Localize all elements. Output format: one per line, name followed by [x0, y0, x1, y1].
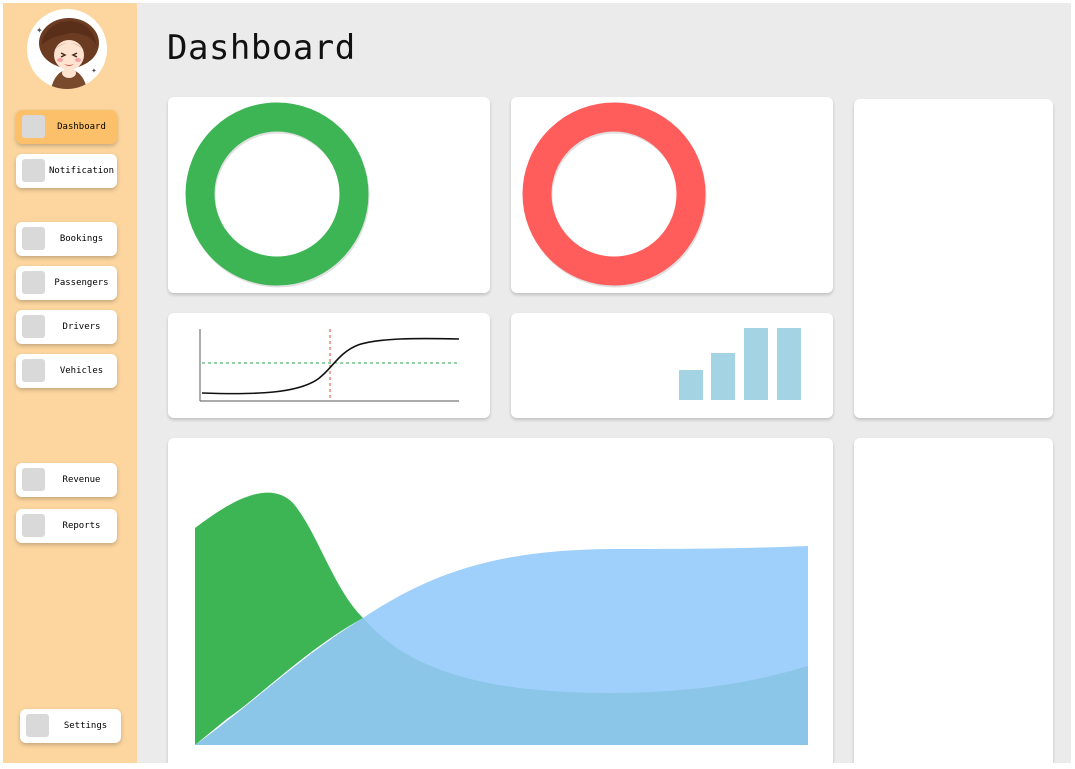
- dashboard-icon: [22, 115, 45, 138]
- passengers-icon: [22, 271, 45, 294]
- side-card-bottom: [854, 438, 1053, 763]
- vehicles-icon: [22, 359, 45, 382]
- sidebar-item-vehicles[interactable]: Vehicles: [16, 354, 117, 388]
- page-title: Dashboard: [167, 28, 356, 68]
- ring-card-green: [168, 97, 490, 293]
- sidebar-item-label: Passengers: [54, 278, 109, 288]
- sidebar-item-label: Dashboard: [57, 122, 106, 132]
- revenue-icon: [22, 468, 45, 491]
- sidebar-item-label: Bookings: [59, 234, 104, 244]
- reports-icon: [22, 514, 45, 537]
- avatar-illustration: ✦ ✦: [27, 9, 107, 89]
- sidebar-item-label: Reports: [62, 521, 101, 531]
- settings-icon: [26, 714, 49, 737]
- area-chart-card: [168, 438, 833, 763]
- sidebar-item-label: Settings: [63, 721, 108, 731]
- sidebar-item-label: Vehicles: [59, 366, 104, 376]
- avatar[interactable]: ✦ ✦: [27, 9, 107, 89]
- bar-chart-card: [511, 313, 833, 418]
- area-chart: [195, 492, 808, 745]
- bar-3: [744, 328, 768, 400]
- bar-2: [711, 353, 735, 400]
- ring-green: [185, 102, 369, 286]
- app-frame: ✦ ✦ Dashboard Notification Bookings Pass…: [3, 3, 1071, 763]
- sidebar-item-label: Revenue: [62, 475, 101, 485]
- sidebar: ✦ ✦ Dashboard Notification Bookings Pass…: [3, 3, 137, 763]
- bar-1: [679, 370, 703, 400]
- sidebar-item-reports[interactable]: Reports: [16, 509, 117, 543]
- bookings-icon: [22, 227, 45, 250]
- sidebar-item-revenue[interactable]: Revenue: [16, 463, 117, 497]
- ring-chart-green: [185, 102, 370, 288]
- sidebar-item-label: Drivers: [62, 322, 101, 332]
- sidebar-item-notification[interactable]: Notification: [16, 154, 117, 188]
- sidebar-item-passengers[interactable]: Passengers: [16, 266, 117, 300]
- sidebar-item-dashboard[interactable]: Dashboard: [16, 110, 117, 144]
- svg-text:✦: ✦: [36, 26, 43, 35]
- sigmoid-chart: [199, 329, 460, 402]
- ring-red: [522, 102, 706, 286]
- line-chart-card: [168, 313, 490, 418]
- ring-chart-red: [522, 102, 707, 288]
- side-card-top: [854, 99, 1053, 418]
- svg-text:✦: ✦: [91, 67, 97, 75]
- sidebar-item-bookings[interactable]: Bookings: [16, 222, 117, 256]
- sidebar-item-label: Notification: [48, 166, 115, 176]
- notification-icon: [22, 159, 45, 182]
- sidebar-item-settings[interactable]: Settings: [20, 709, 121, 743]
- drivers-icon: [22, 315, 45, 338]
- ring-card-red: [511, 97, 833, 293]
- sidebar-item-drivers[interactable]: Drivers: [16, 310, 117, 344]
- bar-chart: [679, 328, 801, 400]
- bar-4: [777, 328, 801, 400]
